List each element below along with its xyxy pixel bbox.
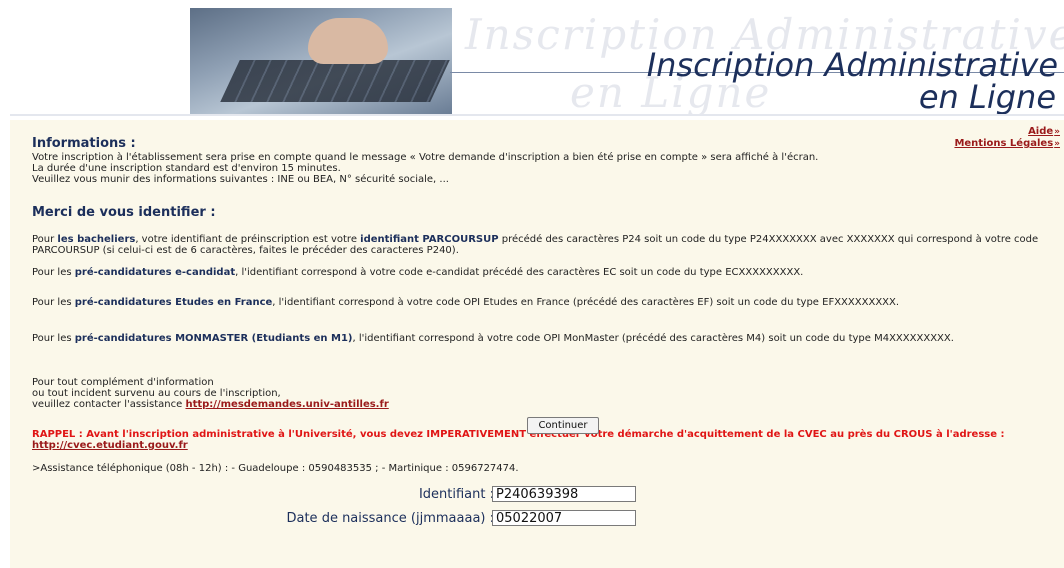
text: , l'identifiant correspond à votre code … [235, 267, 804, 278]
info-line-2: La durée d'une inscription standard est … [32, 163, 341, 174]
birthdate-input[interactable] [492, 510, 636, 526]
contact-line-1: Pour tout complément d'information [32, 377, 214, 388]
info-line-1: Votre inscription à l'établissement sera… [32, 152, 819, 163]
bold-text: pré-candidatures MONMASTER (Etudiants en… [74, 333, 353, 344]
hand-icon [308, 18, 388, 64]
assistance-link[interactable]: http://mesdemandes.univ-antilles.fr [185, 399, 388, 410]
etudes-en-france-paragraph: Pour les pré-candidatures Etudes en Fran… [32, 297, 1052, 308]
phone-assistance: >Assistance téléphonique (08h - 12h) : -… [32, 463, 519, 474]
legal-notice-link[interactable]: Mentions Légales [954, 138, 1060, 150]
identify-heading: Merci de vous identifier : [32, 205, 216, 220]
top-links: Aide Mentions Légales [954, 126, 1060, 150]
cvec-link[interactable]: http://cvec.etudiant.gouv.fr [32, 440, 188, 451]
info-line-3: Veuillez vous munir des informations sui… [32, 174, 449, 185]
banner-bottom-divider [10, 114, 1064, 116]
text: , votre identifiant de préinscription es… [135, 234, 361, 245]
info-heading: Informations : [32, 136, 136, 151]
text: Pour les [32, 267, 75, 278]
bold-text: pré-candidatures e-candidat [74, 267, 236, 278]
banner-subtitle: en Ligne [918, 78, 1056, 114]
bold-text: identifiant PARCOURSUP [360, 234, 499, 245]
text: Pour les [32, 297, 75, 308]
header-banner: Inscription Administrative en Ligne Insc… [10, 8, 1064, 114]
text: Pour [32, 234, 58, 245]
text: veuillez contacter l'assistance [32, 399, 186, 410]
keyboard-photo [190, 8, 452, 114]
bold-text: les bacheliers [57, 234, 136, 245]
contact-paragraph: Pour tout complément d'information ou to… [32, 377, 1052, 410]
identifier-input[interactable] [492, 486, 636, 502]
contact-line-2: ou tout incident survenu au cours de l'i… [32, 388, 281, 399]
main-panel: Aide Mentions Légales Informations : Vot… [10, 120, 1064, 568]
contact-line-3: veuillez contacter l'assistance http://m… [32, 399, 1052, 410]
text: , l'identifiant correspond à votre code … [272, 297, 900, 308]
bold-text: pré-candidatures Etudes en France [74, 297, 273, 308]
text: Pour les [32, 333, 75, 344]
monmaster-paragraph: Pour les pré-candidatures MONMASTER (Etu… [32, 333, 1052, 344]
info-text: Votre inscription à l'établissement sera… [32, 152, 1052, 185]
continue-button[interactable]: Continuer [527, 417, 599, 434]
identifier-label: Identifiant : [418, 487, 494, 502]
bacheliers-paragraph: Pour les bacheliers, votre identifiant d… [32, 234, 1052, 256]
keyboard-icon [220, 60, 450, 102]
text: , l'identifiant correspond à votre code … [352, 333, 954, 344]
ecandidat-paragraph: Pour les pré-candidatures e-candidat, l'… [32, 267, 1052, 278]
birthdate-label: Date de naissance (jjmmaaaa) : [286, 511, 494, 526]
reminder-text: RAPPEL : Avant l'inscription administrat… [32, 429, 1005, 440]
help-link[interactable]: Aide [954, 126, 1060, 138]
